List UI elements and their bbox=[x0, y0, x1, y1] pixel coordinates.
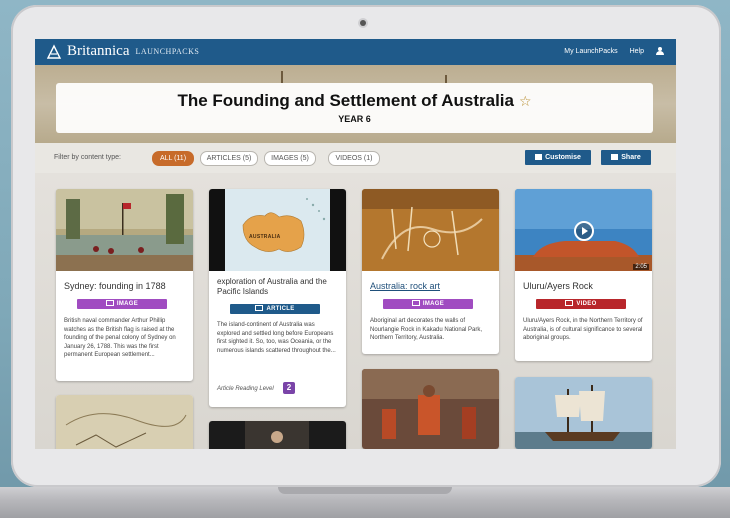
star-outline-icon[interactable]: ☆ bbox=[519, 93, 532, 110]
webcam-icon bbox=[360, 20, 366, 26]
filter-bar: Filter by content type: ALL (11) ARTICLE… bbox=[35, 143, 676, 173]
card-description: Aboriginal art decorates the walls of No… bbox=[370, 318, 483, 341]
page-title-text: The Founding and Settlement of Australia bbox=[177, 91, 514, 110]
year-label: YEAR 6 bbox=[338, 114, 371, 124]
image-icon bbox=[411, 300, 420, 306]
card-partial-ship[interactable] bbox=[515, 377, 652, 449]
title-box: The Founding and Settlement of Australia… bbox=[56, 83, 653, 133]
card-title[interactable]: Uluru/Ayers Rock bbox=[523, 281, 593, 291]
nav-links: My LaunchPacks Help bbox=[564, 47, 664, 55]
card-title[interactable]: Australia: rock art bbox=[370, 281, 440, 291]
card-image bbox=[362, 189, 499, 271]
image-type-badge: IMAGE bbox=[77, 299, 167, 309]
card-image bbox=[209, 421, 346, 449]
video-type-badge: VIDEO bbox=[536, 299, 626, 309]
ship-mast bbox=[281, 71, 283, 83]
ship-mast bbox=[445, 75, 447, 83]
customise-label: Customise bbox=[545, 154, 581, 161]
card-description: The island-continent of Australia was ex… bbox=[217, 322, 336, 354]
card-exploration-australia[interactable]: AUSTRALIA exploration of Australia and t… bbox=[209, 189, 346, 407]
card-partial-dancers[interactable] bbox=[362, 369, 499, 449]
card-rock-art[interactable]: Australia: rock art IMAGE Aboriginal art… bbox=[362, 189, 499, 354]
card-description: British naval commander Arthur Phillip w… bbox=[64, 318, 176, 358]
my-launchpacks-link[interactable]: My LaunchPacks bbox=[564, 48, 617, 55]
brand-name: Britannica bbox=[67, 43, 130, 59]
card-image bbox=[56, 395, 193, 449]
filter-chip-all[interactable]: ALL (11) bbox=[152, 151, 194, 166]
card-description: Uluru/Ayers Rock, in the Northern Territ… bbox=[523, 318, 643, 341]
content-grid: Sydney: founding in 1788 IMAGE British n… bbox=[35, 173, 676, 449]
laptop-notch bbox=[278, 487, 452, 494]
badge-label: VIDEO bbox=[576, 301, 597, 307]
card-title[interactable]: Sydney: founding in 1788 bbox=[64, 281, 166, 291]
card-image bbox=[362, 369, 499, 449]
hero-banner: The Founding and Settlement of Australia… bbox=[35, 65, 676, 143]
reading-level-label: Article Reading Level bbox=[217, 386, 274, 392]
customise-button[interactable]: Customise bbox=[525, 150, 591, 165]
brand-sub: LaunchPacks bbox=[135, 47, 200, 56]
article-type-badge: ARTICLE bbox=[230, 304, 320, 314]
card-sydney-founding[interactable]: Sydney: founding in 1788 IMAGE British n… bbox=[56, 189, 193, 381]
filter-label: Filter by content type: bbox=[54, 154, 121, 161]
badge-label: IMAGE bbox=[116, 301, 139, 307]
filter-chip-videos[interactable]: VIDEOS (1) bbox=[328, 151, 380, 166]
share-label: Share bbox=[621, 154, 641, 161]
image-type-badge: IMAGE bbox=[383, 299, 473, 309]
screen: Britannica LaunchPacks My LaunchPacks He… bbox=[35, 39, 676, 449]
filter-chip-articles[interactable]: ARTICLES (5) bbox=[200, 151, 258, 166]
article-icon bbox=[255, 305, 264, 311]
video-duration: 2:05 bbox=[633, 264, 649, 270]
card-partial-map[interactable] bbox=[56, 395, 193, 449]
envelope-icon bbox=[611, 154, 619, 160]
top-nav: Britannica LaunchPacks My LaunchPacks He… bbox=[35, 39, 676, 65]
share-button[interactable]: Share bbox=[601, 150, 651, 165]
card-image bbox=[209, 189, 346, 271]
page-title: The Founding and Settlement of Australia… bbox=[56, 91, 653, 111]
card-image bbox=[56, 189, 193, 271]
card-uluru-video[interactable]: 2:05 Uluru/Ayers Rock VIDEO Uluru/Ayers … bbox=[515, 189, 652, 361]
badge-label: ARTICLE bbox=[266, 306, 295, 312]
user-icon[interactable] bbox=[656, 47, 664, 55]
edit-icon bbox=[535, 154, 543, 160]
britannica-logo[interactable]: Britannica LaunchPacks bbox=[45, 43, 199, 60]
reading-level-badge: 2 bbox=[283, 382, 295, 394]
video-icon bbox=[565, 300, 574, 306]
image-icon bbox=[105, 300, 114, 306]
help-link[interactable]: Help bbox=[630, 48, 644, 55]
play-button[interactable] bbox=[574, 221, 594, 241]
thistle-logo-icon bbox=[46, 43, 62, 59]
map-label: AUSTRALIA bbox=[249, 234, 281, 240]
filter-chip-images[interactable]: IMAGES (5) bbox=[264, 151, 316, 166]
card-title[interactable]: exploration of Australia and the Pacific… bbox=[217, 277, 341, 297]
card-image bbox=[515, 377, 652, 449]
badge-label: IMAGE bbox=[422, 301, 445, 307]
card-partial-portrait[interactable] bbox=[209, 421, 346, 449]
